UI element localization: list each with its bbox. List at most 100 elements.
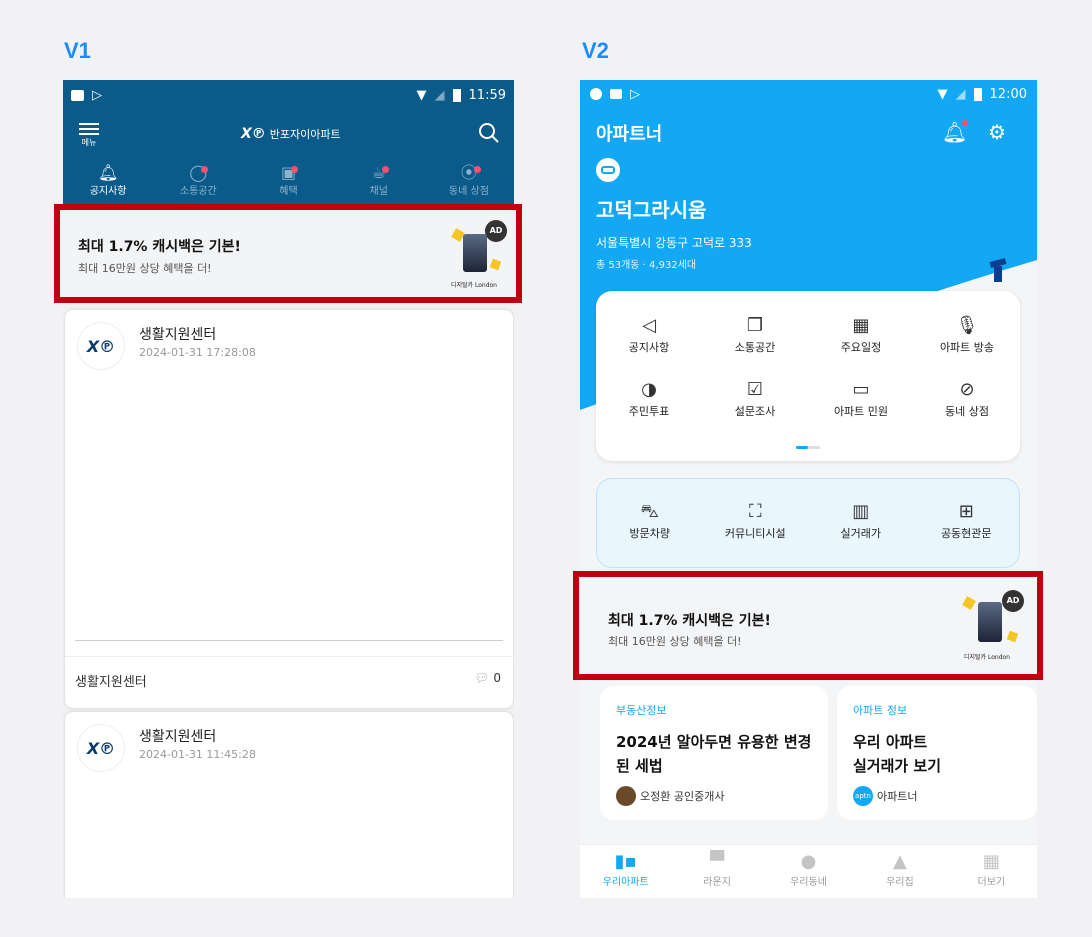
car-icon: ⛍ [640,501,660,522]
wifi-icon: ▼ [416,87,427,103]
complex-logo-icon [596,158,620,182]
highlight-box [573,571,1043,680]
status-bar: ▷ ▼ ◢ 12:00 [580,80,1037,108]
status-time: 12:00 [989,86,1027,102]
vote-icon: ◑ [641,379,657,400]
search-icon [479,123,499,143]
nav-lounge[interactable]: ▀ 라운지 [671,845,762,898]
chat-icon: ❐ [746,315,764,336]
post-date: 2024-01-31 11:45:28 [139,748,256,761]
menu-item-complaint[interactable]: ▭ 아파트 민원 [808,377,914,419]
discount-icon: ⊘ [959,379,975,400]
chat-bubble-icon: ◯ [189,163,209,182]
apartment-logo: X℗ 반포자이아파트 [241,126,341,142]
info-category: 아파트 정보 [853,704,908,717]
info-title: 우리 아파트 실거래가 보기 [853,733,942,775]
menu-item-schedule[interactable]: ▦ 주요일정 [808,313,914,355]
post-date: 2024-01-31 17:28:08 [139,346,256,359]
status-time: 11:59 [468,87,506,103]
nav-my-home[interactable]: ▲ 우리집 [854,845,945,898]
status-bar: ▷ ▼ ◢ 11:59 [63,80,514,110]
notification-dot-icon [590,88,602,100]
category-tabs: 🔔︎ 공지사항 ◯ 소통공간 ▣ 혜택 ☕︎ 채널 ⦿ 동네 상점 [63,160,514,204]
info-card-realestate[interactable]: 부동산정보 2024년 알아두면 유용한 변경 된 세법 오정환 공인중개사 [600,686,828,820]
service-card: ⛍ 방문차량 ⛶ 커뮤니티시설 ▥ 실거래가 ⊞ 공동현관문 [596,478,1020,568]
app-header: 메뉴 X℗ 반포자이아파트 [63,110,514,160]
author-avatar: X℗ [77,724,125,772]
v1-screen: ▷ ▼ ◢ 11:59 메뉴 X℗ 반포자이아파트 🔔︎ 공지사항 ◯ 소통공간… [63,80,514,898]
gallery-icon [610,89,622,99]
scan-icon: ⛶ [748,501,762,522]
info-card-apartment[interactable]: 아파트 정보 우리 아파트 실거래가 보기 aptn 아파트너 [837,686,1037,820]
tab-community[interactable]: ◯ 소통공간 [153,160,243,204]
comment-count[interactable]: 💬︎ 0 [474,671,501,685]
nav-neighborhood[interactable]: ● 우리동네 [763,845,854,898]
hamburger-icon [77,123,101,135]
v1-label: V1 [64,38,91,63]
map-pin-icon: ● [800,851,817,872]
post-card[interactable]: X℗ 생활지원센터 2024-01-31 11:45:28 [65,712,513,898]
mascot-illustration [984,256,1012,286]
signal-icon: ◢ [955,86,966,102]
wifi-icon: ▼ [937,86,948,102]
service-front-door[interactable]: ⊞ 공동현관문 [914,499,1020,541]
play-icon: ▷ [630,86,640,102]
search-button[interactable] [478,122,500,148]
info-author: aptn 아파트너 [853,786,917,806]
info-category: 부동산정보 [616,704,667,717]
calendar-icon: ▦ [852,315,870,336]
service-visitor-car[interactable]: ⛍ 방문차량 [597,499,703,541]
bottom-navigation: ▮▪ 우리아파트 ▀ 라운지 ● 우리동네 ▲ 우리집 ▦ 더보기 [580,844,1037,898]
app-title: 아파트너 [596,124,663,145]
complex-address: 서울특별시 강동구 고덕로 333 [596,236,752,250]
menu-item-vote[interactable]: ◑ 주민투표 [596,377,702,419]
complaint-icon: ▭ [852,379,870,400]
notification-button[interactable]: 🔔︎ [942,120,968,144]
service-community-facility[interactable]: ⛶ 커뮤니티시설 [703,499,809,541]
post-author: 생활지원센터 [139,327,217,343]
author-avatar: X℗ [77,322,125,370]
signal-icon: ◢ [434,87,445,103]
comment-icon: 💬︎ [474,671,490,685]
person-icon: ▲ [893,851,907,872]
tab-benefit[interactable]: ▣ 혜택 [243,160,333,204]
menu-button[interactable]: 메뉴 [77,120,101,148]
building-icon: ▥ [852,501,870,522]
battery-icon [452,88,461,102]
tab-local-shop[interactable]: ⦿ 동네 상점 [424,160,514,204]
grid-icon: ▦ [982,851,1000,872]
menu-item-local-shop[interactable]: ⊘ 동네 상점 [914,377,1020,419]
author-avatar [616,786,636,806]
complex-meta: 총 53개동 · 4,932세대 [596,260,697,271]
menu-label: 메뉴 [81,138,97,147]
menu-card: ◁ 공지사항 ❐ 소통공간 ▦ 주요일정 🎙︎ 아파트 방송 ◑ 주민투표 ☑ 설문조사 ▭… [596,291,1020,461]
mic-icon: 🎙︎ [955,315,979,336]
survey-icon: ☑ [746,379,764,400]
menu-item-notice[interactable]: ◁ 공지사항 [596,313,702,355]
bell-icon: 🔔︎ [97,163,119,182]
v2-screen: ▷ ▼ ◢ 12:00 아파트너 🔔︎ ⚙︎ 고덕그라시움 서울특별시 강동구 … [580,80,1037,898]
nav-my-apartment[interactable]: ▮▪ 우리아파트 [580,845,671,898]
menu-item-survey[interactable]: ☑ 설문조사 [702,377,808,419]
megaphone-icon: ◁ [642,315,656,336]
divider [75,640,503,641]
nav-more[interactable]: ▦ 더보기 [946,845,1037,898]
gear-icon: ⚙︎ [988,120,1006,144]
apartment-icon: ▮▪ [614,851,637,872]
coffee-icon: ☕︎ [334,164,424,182]
tab-channel[interactable]: ☕︎ 채널 [334,160,424,204]
service-real-price[interactable]: ▥ 실거래가 [808,499,914,541]
post-footer: 생활지원센터 💬︎ 0 [65,656,513,708]
menu-item-community[interactable]: ❐ 소통공간 [702,313,808,355]
menu-item-broadcast[interactable]: 🎙︎ 아파트 방송 [914,313,1020,355]
settings-button[interactable]: ⚙︎ [988,120,1006,144]
page-indicator [796,446,820,449]
tab-notice[interactable]: 🔔︎ 공지사항 [63,160,153,204]
location-pin-icon: ⦿ [424,164,514,182]
gift-icon: ▣ [243,164,333,182]
gallery-icon [71,89,84,101]
post-card[interactable]: X℗ 생활지원센터 2024-01-31 17:28:08 생활지원센터 💬︎ … [65,310,513,708]
play-icon: ▷ [92,87,102,103]
complex-name: 고덕그라시움 [596,198,707,222]
highlight-box [54,204,522,303]
